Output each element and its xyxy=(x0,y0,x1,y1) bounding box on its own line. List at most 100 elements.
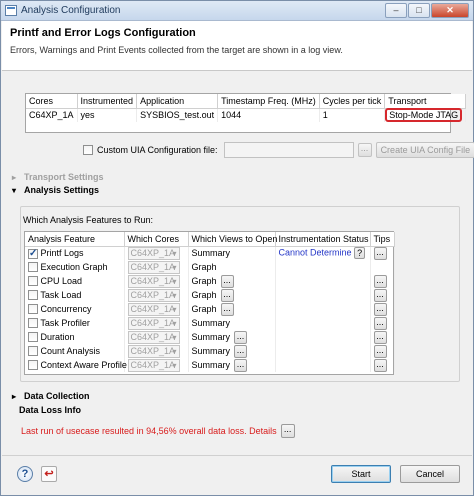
core-cell: C64XP_1A xyxy=(124,274,189,288)
tips-button[interactable]: ... xyxy=(373,302,387,316)
table-row[interactable]: C64XP_1A yes SYSBIOS_test.out 1044 1 Stop-Mod… xyxy=(26,108,467,123)
core-select[interactable]: C64XP_1A xyxy=(127,288,180,302)
view-options-button[interactable]: ... xyxy=(220,302,234,316)
core-select[interactable]: C64XP_1A xyxy=(127,260,180,274)
tips-cell: ... xyxy=(370,302,395,316)
table-row: Printf Logs C64XP_1A Summary Cannot Determi… xyxy=(25,246,395,260)
feature-checkbox[interactable] xyxy=(28,276,38,287)
view-options-button[interactable]: ... xyxy=(234,330,248,344)
core-select[interactable]: C64XP_1A xyxy=(127,330,180,344)
features-col-header[interactable]: Which Views to Open xyxy=(188,232,277,247)
view-value: Summary xyxy=(191,345,231,356)
dialog-title: Printf and Error Logs Configuration xyxy=(10,27,196,39)
feature-checkbox[interactable] xyxy=(28,346,38,357)
core-select[interactable]: C64XP_1A xyxy=(127,358,180,372)
feature-checkbox[interactable] xyxy=(28,290,38,301)
feature-cell: Printf Logs xyxy=(25,246,125,260)
tips-cell: ... xyxy=(370,358,395,372)
view-options-button[interactable]: ... xyxy=(234,358,248,372)
cores-col-header[interactable]: Timestamp Freq. (MHz) xyxy=(217,94,320,109)
table-row: CPU Load C64XP_1A Graph...... xyxy=(25,274,395,288)
feature-checkbox[interactable] xyxy=(28,248,38,259)
table-row: Task Load C64XP_1A Graph...... xyxy=(25,288,395,302)
feature-name: Execution Graph xyxy=(40,261,108,272)
view-options-button[interactable]: ... xyxy=(234,344,248,358)
feature-checkbox[interactable] xyxy=(28,360,38,371)
feature-cell: Context Aware Profile xyxy=(25,358,127,372)
maximize-button[interactable]: □ xyxy=(408,3,430,18)
tips-button[interactable]: ... xyxy=(373,358,387,372)
core-cell: C64XP_1A xyxy=(124,288,189,302)
features-col-header[interactable]: Tips xyxy=(370,232,395,247)
core-select[interactable]: C64XP_1A xyxy=(127,344,180,358)
tips-button[interactable]: ... xyxy=(373,288,387,302)
cores-col-header[interactable]: Cores xyxy=(26,94,78,109)
core-select[interactable]: C64XP_1A xyxy=(127,302,180,316)
custom-uia-browse-button[interactable]: ... xyxy=(357,143,372,157)
status-cell xyxy=(275,260,371,274)
data-loss-message: Last run of usecase resulted in 94,56% o… xyxy=(21,426,277,436)
features-col-header[interactable]: Instrumentation Status xyxy=(275,232,371,247)
create-uia-config-button[interactable]: Create UIA Config File xyxy=(375,142,474,158)
title-bar[interactable]: Analysis Configuration – □ ✕ xyxy=(1,1,473,21)
view-value: Graph xyxy=(191,289,217,300)
view-cell: Summary... xyxy=(188,344,276,358)
data-loss-info-label: Data Loss Info xyxy=(19,405,82,415)
dialog-subtitle: Errors, Warnings and Print Events collec… xyxy=(10,45,343,55)
tips-cell: ... xyxy=(370,246,395,260)
feature-checkbox[interactable] xyxy=(28,318,38,329)
transport-settings-section[interactable]: ▸ Transport Settings xyxy=(12,172,104,182)
data-loss-details-button[interactable]: ... xyxy=(280,424,295,438)
tips-button[interactable]: ... xyxy=(373,246,387,260)
data-loss-info-title: Data Loss Info xyxy=(19,405,81,415)
tips-button[interactable]: ... xyxy=(373,330,387,344)
instrumentation-status-link[interactable]: Cannot Determine xyxy=(279,248,352,258)
view-options-button[interactable]: ... xyxy=(220,288,234,302)
core-cell: C64XP_1A xyxy=(124,316,189,330)
analysis-settings-section[interactable]: ▾ Analysis Settings xyxy=(12,185,99,195)
tips-button[interactable]: ... xyxy=(373,316,387,330)
tips-cell: ... xyxy=(370,316,395,330)
tips-cell: ... xyxy=(370,344,395,358)
cores-col-header[interactable]: Application xyxy=(136,94,219,109)
core-select[interactable]: C64XP_1A xyxy=(127,316,180,330)
view-value: Graph xyxy=(191,262,217,272)
table-row: Count Analysis C64XP_1A Summary...... xyxy=(25,344,395,358)
help-icon[interactable]: ? xyxy=(17,466,33,482)
status-cell xyxy=(275,330,371,344)
cancel-button[interactable]: Cancel xyxy=(400,465,460,483)
data-loss-row: Last run of usecase resulted in 94,56% o… xyxy=(21,424,295,438)
start-button[interactable]: Start xyxy=(331,465,391,483)
status-cell: Cannot Determine ? xyxy=(275,246,371,260)
features-col-header[interactable]: Which Cores xyxy=(124,232,189,247)
custom-uia-file-input[interactable] xyxy=(223,142,354,158)
status-cell xyxy=(275,358,371,372)
feature-checkbox[interactable] xyxy=(28,332,38,343)
view-cell: Graph... xyxy=(188,288,276,302)
custom-uia-checkbox[interactable] xyxy=(83,145,93,155)
table-row: Context Aware ProfileC64XP_1A Summary....… xyxy=(25,358,395,372)
core-cell: C64XP_1A xyxy=(124,330,189,344)
cores-col-header[interactable]: Transport xyxy=(384,94,467,109)
import-icon[interactable]: ↩ xyxy=(41,466,57,482)
feature-name: Concurrency xyxy=(40,303,92,314)
collapse-arrow-icon: ▾ xyxy=(12,185,17,195)
feature-checkbox[interactable] xyxy=(28,304,38,315)
view-options-button[interactable]: ... xyxy=(220,274,234,288)
feature-cell: Execution Graph xyxy=(25,260,125,274)
feature-checkbox[interactable] xyxy=(28,262,38,273)
tips-button[interactable]: ... xyxy=(373,274,387,288)
cores-col-header[interactable]: Cycles per tick xyxy=(319,94,386,109)
features-col-header[interactable]: Analysis Feature xyxy=(25,232,125,247)
core-select[interactable]: C64XP_1A xyxy=(127,274,180,288)
data-collection-section[interactable]: ▸ Data Collection xyxy=(12,391,90,401)
view-value: Graph xyxy=(191,303,217,314)
cores-col-header[interactable]: Instrumented xyxy=(77,94,138,109)
view-value: Summary xyxy=(191,248,231,259)
close-button[interactable]: ✕ xyxy=(431,3,469,18)
minimize-button[interactable]: – xyxy=(385,3,407,18)
tips-button[interactable]: ... xyxy=(373,344,387,358)
status-help-button[interactable]: ? xyxy=(354,247,366,260)
transport-settings-label: Transport Settings xyxy=(24,172,104,182)
core-select[interactable]: C64XP_1A xyxy=(127,246,180,260)
